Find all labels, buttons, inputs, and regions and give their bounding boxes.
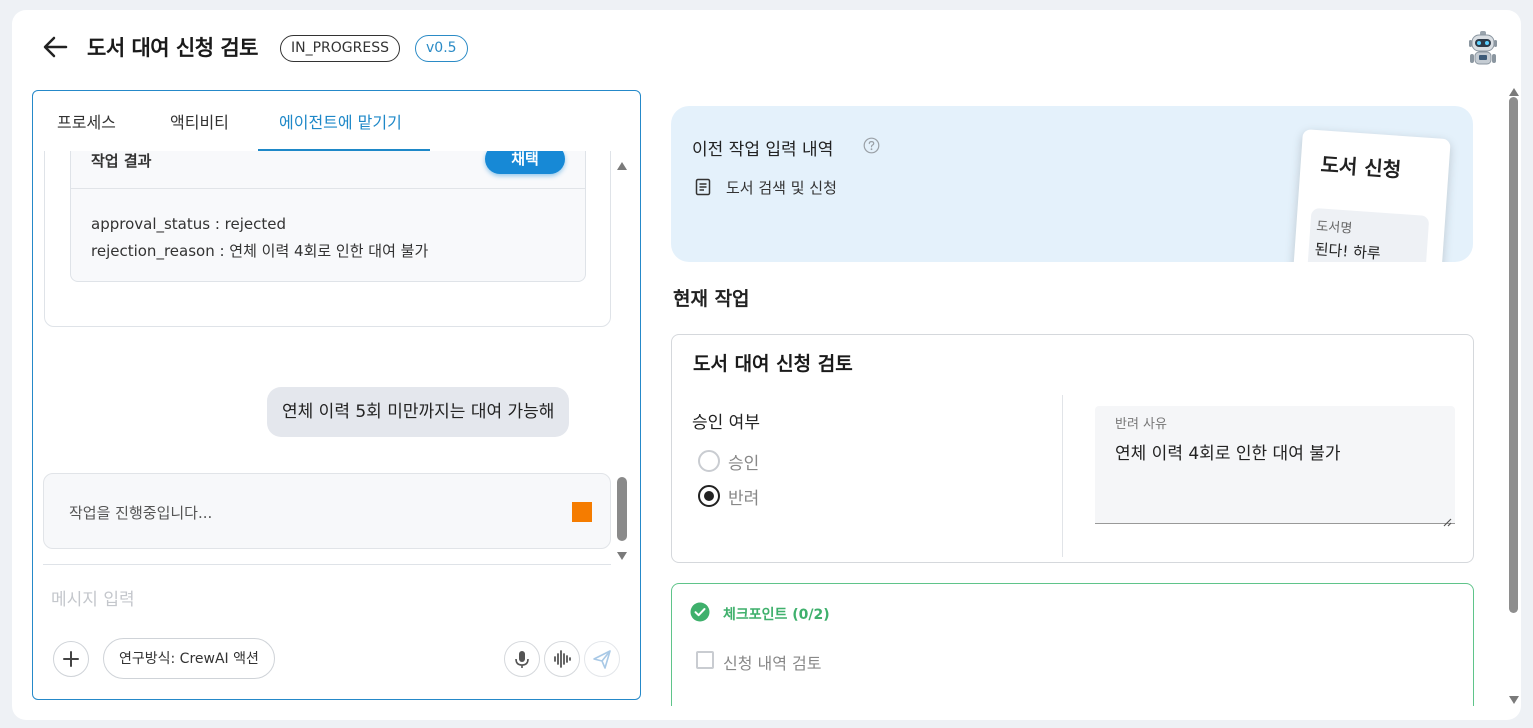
page-scrollbar-thumb[interactable] bbox=[1509, 97, 1518, 613]
preview-field-value: 된다! 하루 bbox=[1314, 240, 1382, 262]
robot-avatar-icon[interactable] bbox=[1465, 30, 1501, 68]
preview-title: 도서 신청 bbox=[1319, 152, 1402, 182]
task-panel: 이전 작업 입력 내역 도서 검색 및 신청 도서 신청 도서명 된다! 하루 … bbox=[651, 86, 1495, 706]
document-icon bbox=[694, 178, 712, 196]
stop-button[interactable] bbox=[572, 502, 592, 522]
previous-task-title: 이전 작업 입력 내역 bbox=[692, 140, 834, 160]
form-title: 도서 대여 신청 검토 bbox=[693, 353, 853, 375]
send-button[interactable] bbox=[584, 641, 620, 677]
rejection-reason-textarea[interactable]: 연체 이력 4회로 인한 대여 불가 bbox=[1115, 439, 1445, 464]
result-card: 작업 결과 채택 approval_status : rejected reje… bbox=[44, 151, 611, 327]
result-line: rejection_reason : 연체 이력 4회로 인한 대여 불가 bbox=[91, 242, 429, 260]
status-badge: IN_PROGRESS bbox=[280, 35, 400, 62]
previous-task-card: 이전 작업 입력 내역 도서 검색 및 신청 도서 신청 도서명 된다! 하루 bbox=[671, 106, 1473, 262]
chat-scrollbar-thumb[interactable] bbox=[617, 477, 627, 541]
checkpoint-item-label[interactable]: 신청 내역 검토 bbox=[723, 650, 822, 674]
check-circle-icon bbox=[690, 602, 710, 622]
user-message-bubble: 연체 이력 5회 미만까지는 대여 가능해 bbox=[267, 387, 570, 437]
version-badge[interactable]: v0.5 bbox=[415, 35, 468, 62]
radio-reject[interactable] bbox=[698, 485, 720, 507]
scroll-down-arrow-icon[interactable] bbox=[1508, 690, 1520, 704]
radio-approve[interactable] bbox=[698, 450, 720, 472]
add-attachment-button[interactable] bbox=[53, 641, 89, 677]
message-input[interactable] bbox=[51, 585, 591, 615]
agent-chat-panel: 프로세스 액티비티 에이전트에 맡기기 작업 결과 채택 approval_st… bbox=[32, 90, 641, 700]
result-line: approval_status : rejected bbox=[91, 215, 287, 233]
checkpoint-title: 체크포인트 (0/2) bbox=[723, 607, 830, 623]
progress-indicator: 작업을 진행중입니다... bbox=[43, 473, 611, 549]
approval-field-label: 승인 여부 bbox=[692, 413, 760, 433]
send-icon bbox=[593, 650, 611, 669]
help-icon[interactable] bbox=[863, 137, 880, 154]
page-title: 도서 대여 신청 검토 bbox=[87, 36, 259, 60]
divider bbox=[1062, 395, 1063, 557]
radio-reject-label[interactable]: 반려 bbox=[728, 484, 759, 509]
tab-process[interactable]: 프로세스 bbox=[57, 91, 116, 151]
divider bbox=[43, 564, 611, 565]
scroll-up-arrow-icon[interactable] bbox=[1508, 82, 1520, 96]
plus-icon bbox=[63, 651, 79, 667]
review-form-card: 도서 대여 신청 검토 승인 여부 승인 반려 반려 사유 연체 이력 4회로 … bbox=[671, 334, 1474, 563]
research-mode-chip[interactable]: 연구방식: CrewAI 액션 bbox=[103, 638, 275, 679]
tab-delegate-agent[interactable]: 에이전트에 맡기기 bbox=[279, 91, 402, 151]
progress-text: 작업을 진행중입니다... bbox=[69, 504, 213, 522]
audio-wave-icon bbox=[554, 650, 571, 668]
rejection-reason-field[interactable]: 반려 사유 연체 이력 4회로 인한 대여 불가 bbox=[1095, 406, 1455, 527]
voice-wave-button[interactable] bbox=[544, 641, 580, 677]
result-title: 작업 결과 bbox=[91, 152, 152, 170]
scroll-down-arrow-icon[interactable] bbox=[615, 547, 629, 560]
resize-grip-icon[interactable] bbox=[1442, 512, 1452, 527]
previous-task-item[interactable]: 도서 검색 및 신청 bbox=[726, 177, 837, 198]
scroll-up-arrow-icon[interactable] bbox=[615, 157, 629, 170]
rejection-reason-label: 반려 사유 bbox=[1115, 417, 1167, 432]
back-arrow-icon[interactable] bbox=[40, 33, 70, 61]
form-preview-thumbnail[interactable]: 도서 신청 도서명 된다! 하루 bbox=[1291, 129, 1451, 262]
current-task-heading: 현재 작업 bbox=[673, 288, 750, 310]
microphone-button[interactable] bbox=[504, 641, 540, 677]
adopt-button[interactable]: 채택 bbox=[485, 151, 565, 174]
checkpoint-checkbox[interactable] bbox=[696, 651, 714, 669]
result-content: 작업 결과 채택 approval_status : rejected reje… bbox=[70, 151, 586, 282]
microphone-icon bbox=[515, 651, 529, 668]
radio-approve-label[interactable]: 승인 bbox=[728, 449, 759, 474]
divider bbox=[71, 188, 585, 189]
tab-activity[interactable]: 액티비티 bbox=[170, 91, 229, 151]
checkpoint-card: 체크포인트 (0/2) 신청 내역 검토 bbox=[671, 583, 1474, 706]
preview-field-label: 도서명 bbox=[1315, 219, 1353, 237]
chat-scroll-area: 작업 결과 채택 approval_status : rejected reje… bbox=[33, 151, 640, 621]
